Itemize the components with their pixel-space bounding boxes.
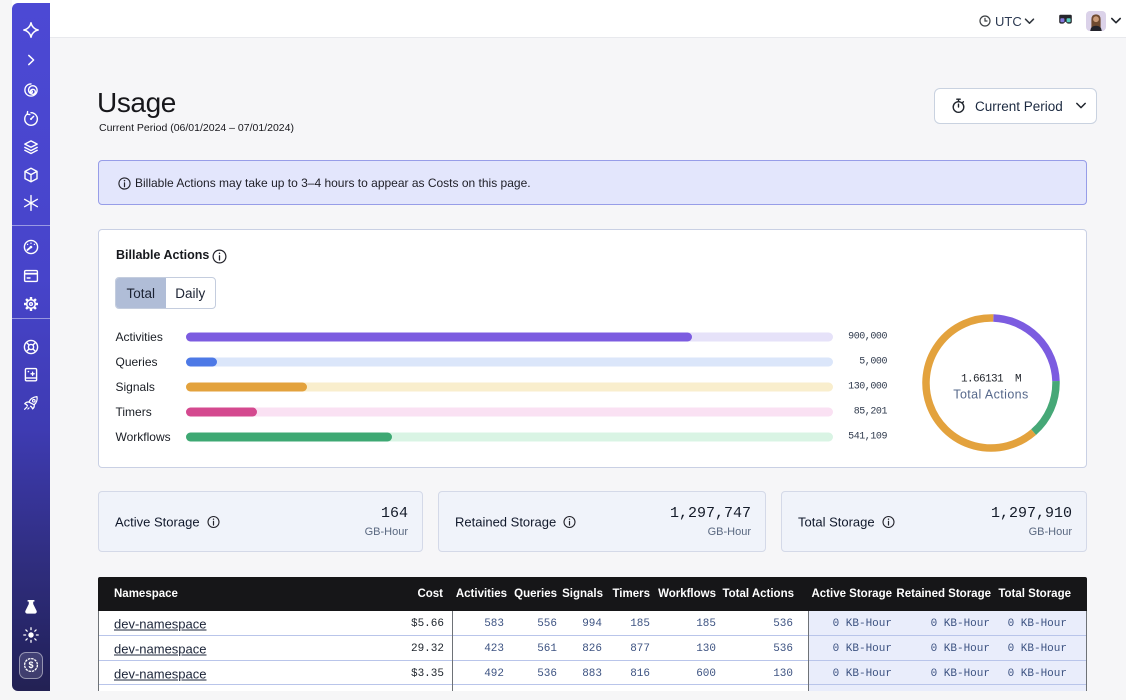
svg-text:1.66131 M: 1.66131 M [961, 374, 1021, 386]
svg-text:Total Actions: Total Actions [953, 387, 1028, 401]
svg-text:$: $ [28, 660, 33, 670]
